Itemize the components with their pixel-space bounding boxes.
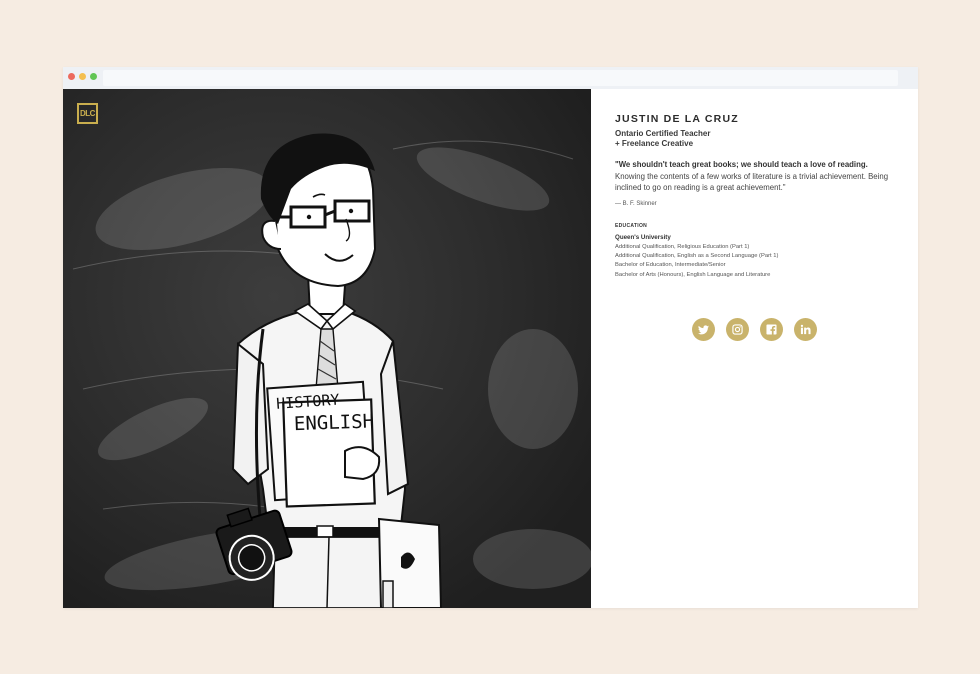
- twitter-icon: [698, 324, 709, 334]
- minimize-window-button[interactable]: [79, 73, 86, 80]
- browser-titlebar: [63, 67, 918, 89]
- social-links: [692, 318, 820, 342]
- education-heading: EDUCATION: [615, 223, 648, 229]
- education-item: Bachelor of Arts (Honours), English Lang…: [615, 271, 771, 278]
- address-bar[interactable]: [103, 70, 898, 86]
- profile-quote: "We shouldn't teach great books; we shou…: [615, 159, 895, 194]
- hero-illustration: HISTORY ENGLISH DLC: [63, 89, 591, 608]
- teacher-illustration: HISTORY ENGLISH: [63, 89, 591, 608]
- dlc-logo[interactable]: DLC: [77, 103, 98, 124]
- facebook-link[interactable]: [760, 318, 783, 341]
- quote-bold: "We shouldn't teach great books; we shou…: [615, 160, 868, 169]
- profile-subtitle: Ontario Certified Teacher + Freelance Cr…: [615, 129, 710, 149]
- education-item: Bachelor of Education, Intermediate/Seni…: [615, 262, 726, 269]
- linkedin-icon: [800, 324, 811, 335]
- education-university: Queen's University: [615, 234, 671, 241]
- twitter-link[interactable]: [692, 318, 715, 341]
- education-list: Additional Qualification, Religious Educ…: [615, 243, 778, 280]
- instagram-link[interactable]: [726, 318, 749, 341]
- subtitle-line-2: + Freelance Creative: [615, 139, 694, 148]
- education-item: Additional Qualification, English as a S…: [615, 253, 779, 260]
- quote-attribution: — B. F. Skinner: [615, 201, 657, 207]
- quote-rest: Knowing the contents of a few works of l…: [615, 171, 889, 193]
- book-english-label: ENGLISH: [294, 410, 375, 435]
- instagram-icon: [732, 324, 743, 335]
- linkedin-link[interactable]: [794, 318, 817, 341]
- profile-name: JUSTIN DE LA CRUZ: [615, 113, 739, 125]
- subtitle-line-1: Ontario Certified Teacher: [615, 129, 711, 138]
- maximize-window-button[interactable]: [90, 73, 97, 80]
- close-window-button[interactable]: [68, 73, 75, 80]
- education-item: Additional Qualification, Religious Educ…: [615, 244, 750, 250]
- browser-window: HISTORY ENGLISH DLC JUSTIN DE LA CRUZ On…: [63, 67, 918, 608]
- facebook-icon: [766, 324, 777, 335]
